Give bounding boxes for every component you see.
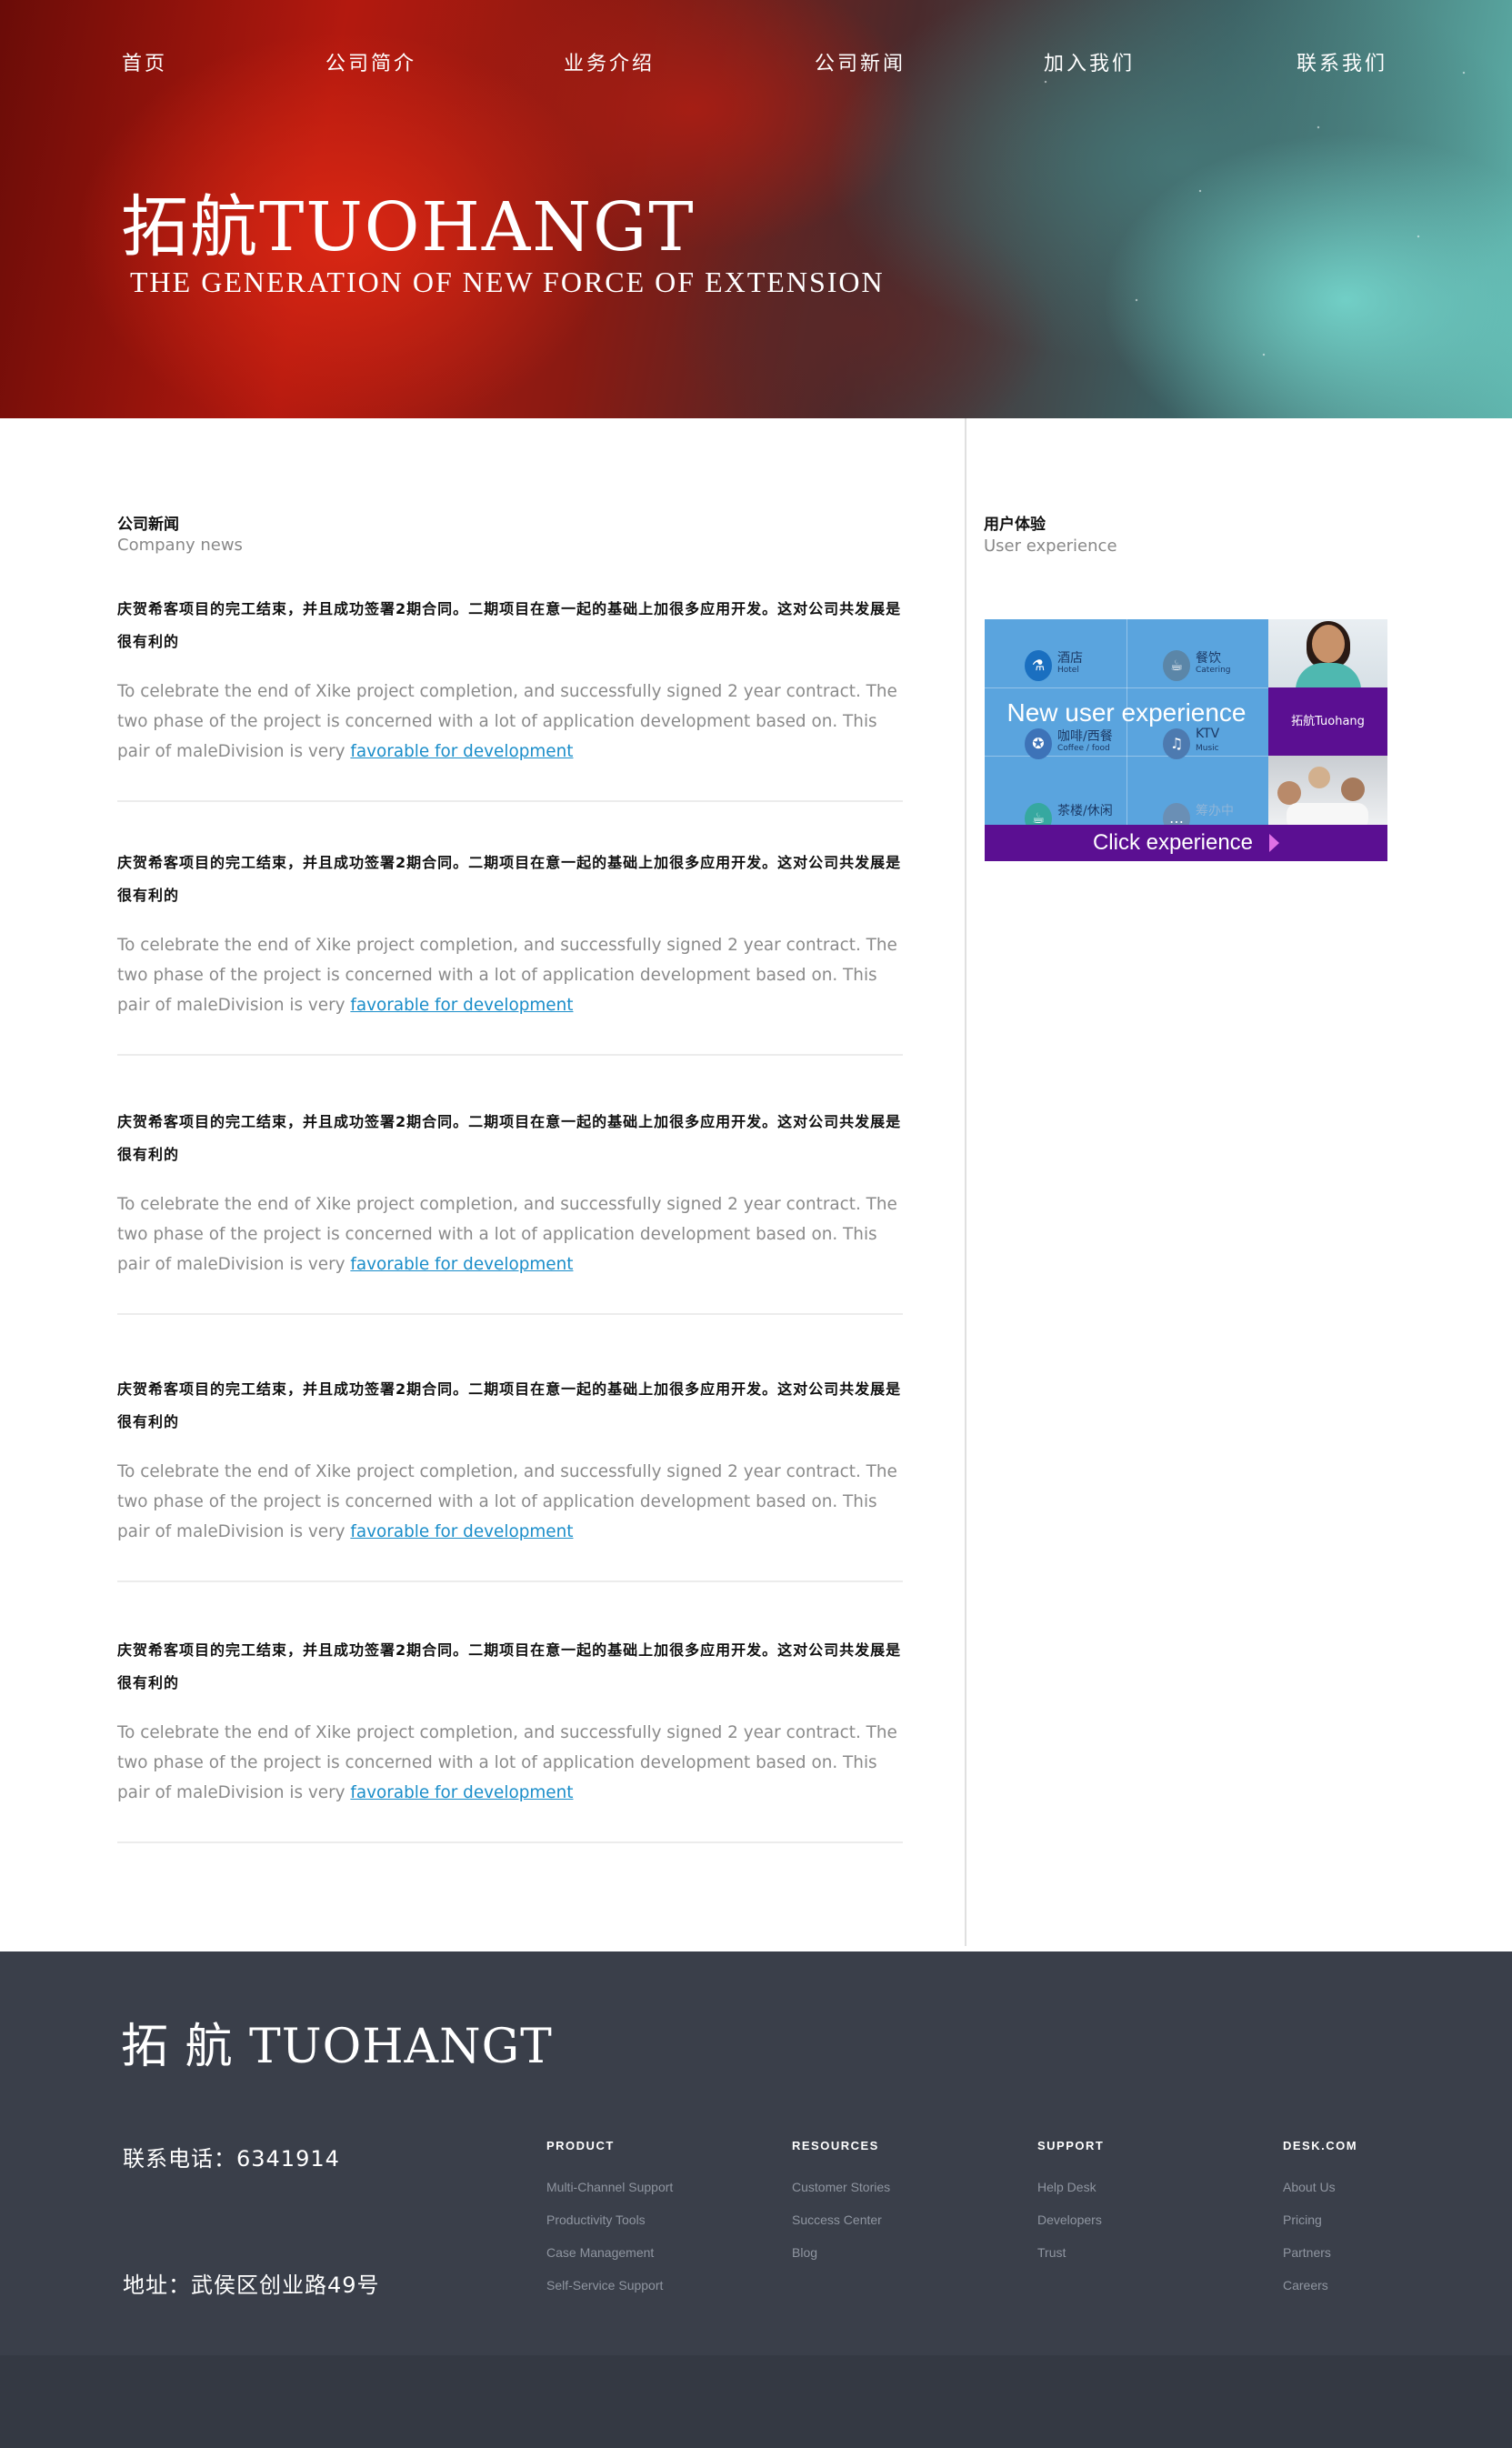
footer-column-resources: RESOURCES Customer Stories Success Cente… (792, 2139, 1010, 2269)
news-excerpt: To celebrate the end of Xike project com… (117, 936, 897, 1015)
news-title[interactable]: 庆贺希客项目的完工结束，并且成功签署2期合同。二期项目在意一起的基础上加很多应用… (117, 847, 908, 912)
brand-tile: 拓航Tuohang (1268, 687, 1387, 756)
main-nav: 首页 公司简介 业务介绍 公司新闻 加入我们 联系我们 (0, 47, 1512, 84)
news-divider (117, 1580, 903, 1582)
footer-link[interactable]: Success Center (792, 2203, 1010, 2236)
tile-hotel: ⚗ 酒店 Hotel (1025, 648, 1125, 685)
footer-link[interactable]: Careers (1283, 2269, 1501, 2302)
news-item[interactable]: 庆贺希客项目的完工结束，并且成功签署2期合同。二期项目在意一起的基础上加很多应用… (117, 1106, 908, 1279)
click-experience-button[interactable]: Click experience (985, 825, 1387, 861)
news-item[interactable]: 庆贺希客项目的完工结束，并且成功签署2期合同。二期项目在意一起的基础上加很多应用… (117, 593, 908, 767)
tile-label: 茶楼/休闲 (1057, 804, 1113, 818)
tile-label: 餐饮 (1196, 651, 1221, 666)
news-excerpt: To celebrate the end of Xike project com… (117, 1723, 897, 1802)
tile-sublabel: Music (1196, 744, 1219, 753)
news-excerpt: To celebrate the end of Xike project com… (117, 1462, 897, 1541)
news-title[interactable]: 庆贺希客项目的完工结束，并且成功签署2期合同。二期项目在意一起的基础上加很多应用… (117, 1106, 908, 1171)
footer-link[interactable]: Blog (792, 2236, 1010, 2269)
catering-icon: ☕ (1163, 650, 1190, 681)
sidebar-subtitle: User experience (984, 537, 1117, 556)
news-divider (117, 1054, 903, 1056)
footer-phone: 联系电话：6341914 (123, 2146, 340, 2172)
footer-address: 地址：武侯区创业路49号 (123, 2272, 380, 2298)
hotel-icon: ⚗ (1025, 650, 1052, 681)
footer-link[interactable]: Multi-Channel Support (546, 2171, 765, 2203)
footer-link[interactable]: Self-Service Support (546, 2269, 765, 2302)
tile-label: 筹办中 (1196, 804, 1234, 818)
footer-link[interactable]: Trust (1037, 2236, 1256, 2269)
footer-column-heading: PRODUCT (546, 2139, 615, 2152)
nav-item-join[interactable]: 加入我们 (1044, 47, 1135, 76)
footer-column-heading: RESOURCES (792, 2139, 879, 2152)
footer-link[interactable]: Pricing (1283, 2203, 1501, 2236)
footer-link[interactable]: About Us (1283, 2171, 1501, 2203)
nav-item-home[interactable]: 首页 (122, 47, 167, 76)
tile-catering: ☕ 餐饮 Catering (1163, 648, 1263, 685)
sidebar-title: 用户体验 (984, 516, 1046, 534)
tile-sublabel: Hotel (1057, 666, 1079, 675)
tile-label: 酒店 (1057, 651, 1083, 666)
footer-column-heading: SUPPORT (1037, 2139, 1105, 2152)
tile-label: 咖啡/西餐 (1057, 729, 1113, 744)
hero-banner: 首页 公司简介 业务介绍 公司新闻 加入我们 联系我们 拓航TUOHANGT T… (0, 0, 1512, 418)
tile-coffee: ✪ 咖啡/西餐 Coffee / food (1025, 727, 1125, 763)
grid-divider (985, 687, 1268, 688)
news-read-more-link[interactable]: favorable for development (350, 742, 573, 761)
tile-sublabel: Coffee / food (1057, 744, 1110, 753)
news-excerpt: To celebrate the end of Xike project com… (117, 682, 897, 761)
footer-column-heading: DESK.COM (1283, 2139, 1358, 2152)
footer-link[interactable]: Productivity Tools (546, 2203, 765, 2236)
news-title[interactable]: 庆贺希客项目的完工结束，并且成功签署2期合同。二期项目在意一起的基础上加很多应用… (117, 1373, 908, 1439)
footer-link[interactable]: Case Management (546, 2236, 765, 2269)
news-divider (117, 800, 903, 802)
tile-ktv: ♫ KTV Music (1163, 727, 1263, 763)
news-title[interactable]: 庆贺希客项目的完工结束，并且成功签署2期合同。二期项目在意一起的基础上加很多应用… (117, 593, 908, 658)
nav-item-contact[interactable]: 联系我们 (1297, 47, 1387, 76)
column-divider (965, 418, 966, 1946)
nav-item-about[interactable]: 公司简介 (325, 47, 416, 76)
news-section-title: 公司新闻 (117, 516, 179, 534)
portrait-photo (1268, 619, 1387, 690)
news-divider (117, 1841, 903, 1843)
music-icon: ♫ (1163, 728, 1190, 759)
news-read-more-link[interactable]: favorable for development (350, 1783, 573, 1802)
footer-column-support: SUPPORT Help Desk Developers Trust (1037, 2139, 1256, 2269)
footer-logo: 拓 航 TUOHANGT (121, 2020, 553, 2074)
footer-link[interactable]: Partners (1283, 2236, 1501, 2269)
news-read-more-link[interactable]: favorable for development (350, 1255, 573, 1274)
news-section-subtitle: Company news (117, 536, 243, 555)
hero-subtitle: THE GENERATION OF NEW FORCE OF EXTENSION (130, 266, 885, 298)
arrow-right-icon (1269, 834, 1280, 852)
banner-headline: New user experience (1006, 698, 1247, 727)
footer-bottom-bar (0, 2355, 1512, 2448)
footer-column-desk: DESK.COM About Us Pricing Partners Caree… (1283, 2139, 1501, 2302)
news-title[interactable]: 庆贺希客项目的完工结束，并且成功签署2期合同。二期项目在意一起的基础上加很多应用… (117, 1634, 908, 1700)
coffee-icon: ✪ (1025, 728, 1052, 759)
cta-label: Click experience (1092, 830, 1254, 855)
hero-title: 拓航TUOHANGT (121, 188, 696, 266)
footer-column-product: PRODUCT Multi-Channel Support Productivi… (546, 2139, 765, 2302)
news-item[interactable]: 庆贺希客项目的完工结束，并且成功签署2期合同。二期项目在意一起的基础上加很多应用… (117, 847, 908, 1020)
news-divider (117, 1313, 903, 1315)
footer-link[interactable]: Customer Stories (792, 2171, 1010, 2203)
tile-sublabel: Catering (1196, 666, 1231, 675)
footer-link[interactable]: Developers (1037, 2203, 1256, 2236)
tile-label: KTV (1196, 727, 1220, 741)
news-read-more-link[interactable]: favorable for development (350, 1522, 573, 1541)
news-item[interactable]: 庆贺希客项目的完工结束，并且成功签署2期合同。二期项目在意一起的基础上加很多应用… (117, 1634, 908, 1808)
nav-item-business[interactable]: 业务介绍 (564, 47, 655, 76)
news-item[interactable]: 庆贺希客项目的完工结束，并且成功签署2期合同。二期项目在意一起的基础上加很多应用… (117, 1373, 908, 1547)
news-read-more-link[interactable]: favorable for development (350, 996, 573, 1015)
user-experience-banner[interactable]: ⚗ 酒店 Hotel ☕ 餐饮 Catering ✪ 咖啡/西餐 Coffee … (985, 619, 1387, 861)
office-photo (1268, 756, 1387, 830)
news-excerpt: To celebrate the end of Xike project com… (117, 1195, 897, 1274)
nav-item-news[interactable]: 公司新闻 (815, 47, 906, 76)
footer-link[interactable]: Help Desk (1037, 2171, 1256, 2203)
